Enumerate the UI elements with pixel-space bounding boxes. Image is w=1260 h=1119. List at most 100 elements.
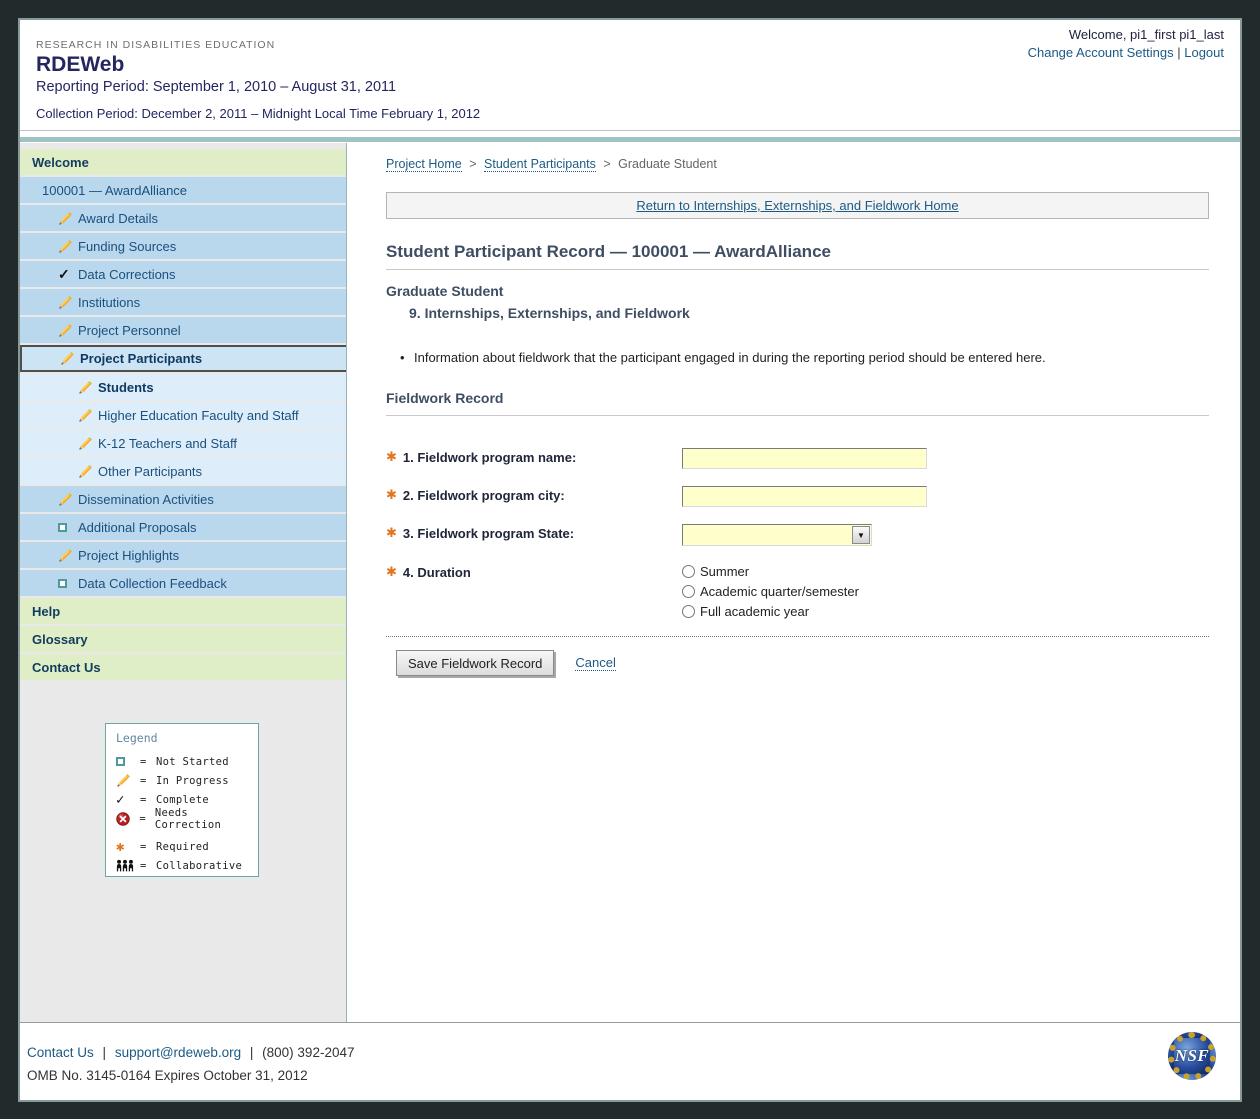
sidebar-item-welcome[interactable]: Welcome [20,149,346,175]
required-asterisk-icon: ✱ [386,488,397,501]
pencil-icon [78,380,98,395]
sidebar-item-label: Project Highlights [78,548,179,563]
footer-email-link[interactable]: support@rdeweb.org [115,1045,241,1060]
footer-contact-us-link[interactable]: Contact Us [27,1045,94,1060]
sidebar-item-award-details[interactable]: Award Details [20,205,346,231]
sidebar-item-institutions[interactable]: Institutions [20,289,346,315]
radio-label: Summer [700,564,749,579]
org-eyebrow: RESEARCH IN DISABILITIES EDUCATION [36,39,480,51]
pencil-icon [58,239,78,254]
sidebar-item-data-corrections[interactable]: ✓ Data Corrections [20,261,346,287]
sidebar-item-project-highlights[interactable]: Project Highlights [20,542,346,568]
required-asterisk-icon: ✱ [386,565,397,578]
legend-item-not-started: = Not Started [116,752,258,771]
legend-label: Required [156,841,209,853]
legend-item-required: ✱ = Required [116,837,258,856]
legend-label: Complete [156,794,209,806]
sidebar-item-students[interactable]: Students [20,374,346,400]
duration-option-summer[interactable]: Summer [682,564,859,579]
change-account-settings-link[interactable]: Change Account Settings [1028,45,1174,60]
fieldwork-program-name-input[interactable] [682,448,927,469]
sidebar-item-glossary[interactable]: Glossary [20,626,346,652]
bullet-icon: • [400,350,414,365]
legend-box: Legend = Not Started = In Progress ✓ = C… [105,723,259,877]
sidebar-item-label: Contact Us [32,660,101,675]
sidebar-item-other-participants[interactable]: Other Participants [20,458,346,484]
sidebar-item-label: Other Participants [98,464,202,479]
error-icon [116,812,139,826]
fieldwork-state-select[interactable]: ▼ [682,524,872,546]
form-divider [386,636,1209,637]
sidebar-item-label: Dissemination Activities [78,492,214,507]
radio-label: Academic quarter/semester [700,584,859,599]
header-accent-band [20,137,1240,142]
not-started-square-icon [116,757,140,766]
form-row-program-name: ✱ 1. Fieldwork program name: [386,448,1209,469]
sidebar-item-label: Data Collection Feedback [78,576,227,591]
page-title: Student Participant Record — 100001 — Aw… [386,242,1209,270]
sidebar-item-project-participants[interactable]: Project Participants [20,345,346,372]
field-label: 2. Fieldwork program city: [403,488,565,503]
sidebar-item-label: Funding Sources [78,239,176,254]
nsf-logo-text: NSF [1175,1046,1210,1066]
pencil-icon [78,464,98,479]
legend-label: Not Started [156,756,229,768]
sidebar-item-label: Data Corrections [78,267,176,282]
sidebar-item-label: Help [32,604,60,619]
form-row-duration: ✱ 4. Duration Summer Academic quarter/se… [386,563,1209,619]
main-content: Project Home > Student Participants > Gr… [347,143,1240,1022]
return-home-link[interactable]: Return to Internships, Externships, and … [636,198,958,213]
duration-option-academic-quarter[interactable]: Academic quarter/semester [682,584,859,599]
sidebar-item-funding-sources[interactable]: Funding Sources [20,233,346,259]
summer-radio[interactable] [682,565,695,578]
breadcrumb-project-home[interactable]: Project Home [386,157,462,172]
breadcrumb: Project Home > Student Participants > Gr… [386,157,1209,171]
check-icon: ✓ [58,267,78,281]
save-fieldwork-record-button[interactable]: Save Fieldwork Record [396,650,554,676]
fieldwork-program-city-input[interactable] [682,486,927,507]
sidebar-item-label: K-12 Teachers and Staff [98,436,237,451]
nsf-logo: NSF [1168,1032,1216,1080]
sidebar-item-help[interactable]: Help [20,598,346,624]
pencil-icon [78,436,98,451]
app-title: RDEWeb [36,53,480,77]
not-started-square-icon [58,523,78,532]
logout-link[interactable]: Logout [1184,45,1224,60]
welcome-user: Welcome, pi1_first pi1_last [1028,27,1224,42]
legend-label: Collaborative [156,860,242,872]
sidebar-item-award[interactable]: 100001 — AwardAlliance [20,177,346,203]
academic-quarter-radio[interactable] [682,585,695,598]
pencil-icon [78,408,98,423]
form-row-program-state: ✱ 3. Fieldwork program State: ▼ [386,524,1209,546]
sidebar-item-k12-teachers[interactable]: K-12 Teachers and Staff [20,430,346,456]
chevron-down-icon[interactable]: ▼ [852,526,870,544]
cancel-link[interactable]: Cancel [575,655,615,671]
sidebar-item-higher-ed-faculty[interactable]: Higher Education Faculty and Staff [20,402,346,428]
required-asterisk-icon: ✱ [116,840,140,854]
sidebar-item-dissemination[interactable]: Dissemination Activities [20,486,346,512]
fieldwork-form: ✱ 1. Fieldwork program name: ✱ 2. Fieldw… [386,448,1209,676]
app-window: RESEARCH IN DISABILITIES EDUCATION RDEWe… [18,18,1242,1102]
sidebar-item-label: Award Details [78,211,158,226]
legend-label: Needs Correction [155,807,258,831]
sidebar-item-contact-us[interactable]: Contact Us [20,654,346,680]
sidebar-nav: Welcome 100001 — AwardAlliance Award Det… [20,143,347,1022]
legend-label: In Progress [156,775,229,787]
breadcrumb-student-participants[interactable]: Student Participants [484,157,596,172]
breadcrumb-current: Graduate Student [618,157,717,171]
sidebar-item-project-personnel[interactable]: Project Personnel [20,317,346,343]
sidebar-item-label: Institutions [78,295,140,310]
info-bullet-text: Information about fieldwork that the par… [414,350,1046,365]
full-academic-year-radio[interactable] [682,605,695,618]
not-started-square-icon [58,579,78,588]
sidebar-item-data-collection-feedback[interactable]: Data Collection Feedback [20,570,346,596]
sidebar-item-label: Welcome [32,155,89,170]
duration-option-full-year[interactable]: Full academic year [682,604,859,619]
sidebar-item-label: Higher Education Faculty and Staff [98,408,299,423]
field-label: 1. Fieldwork program name: [403,450,576,465]
pencil-icon [58,492,78,507]
page-header: RESEARCH IN DISABILITIES EDUCATION RDEWe… [20,20,1240,131]
pencil-icon [58,323,78,338]
pencil-icon [58,548,78,563]
sidebar-item-additional-proposals[interactable]: Additional Proposals [20,514,346,540]
